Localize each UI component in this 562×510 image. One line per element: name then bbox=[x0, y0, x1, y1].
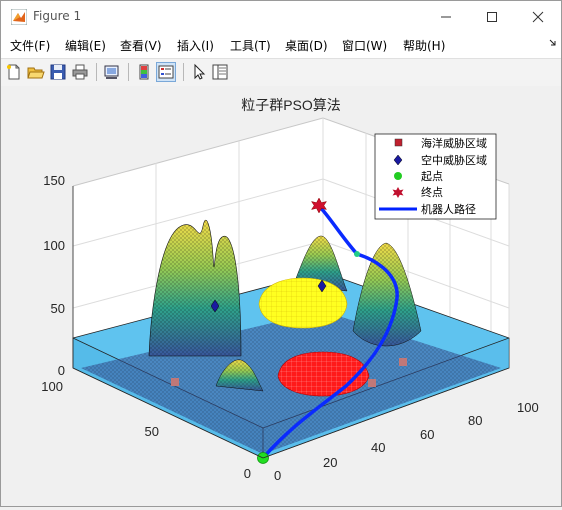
figure-window: Figure 1 文件(F) 编辑(E) 查看(V) 插入(I) 工具(T) 桌… bbox=[0, 0, 562, 507]
x-tick-label: 100 bbox=[517, 400, 539, 415]
y-tick-label: 0 bbox=[244, 466, 251, 481]
z-tick-label: 0 bbox=[58, 363, 65, 378]
minimize-icon bbox=[441, 16, 451, 18]
z-tick-label: 100 bbox=[43, 238, 65, 253]
chart-title: 粒子群PSO算法 bbox=[241, 97, 341, 113]
legend-marker-square bbox=[394, 138, 403, 147]
air-threat-dome-yellow bbox=[258, 277, 348, 329]
legend-label: 空中威胁区域 bbox=[421, 153, 487, 167]
menu-window[interactable]: 窗口(W) bbox=[342, 37, 387, 54]
toolbar bbox=[1, 58, 561, 87]
pointer-icon[interactable] bbox=[190, 63, 208, 81]
open-file-icon[interactable] bbox=[27, 63, 45, 81]
new-figure-icon[interactable] bbox=[5, 63, 23, 81]
ocean-threat-marker bbox=[171, 378, 179, 386]
menu-bar: 文件(F) 编辑(E) 查看(V) 插入(I) 工具(T) 桌面(D) 窗口(W… bbox=[1, 33, 561, 57]
print-icon[interactable] bbox=[71, 63, 89, 81]
link-plot-icon[interactable] bbox=[103, 63, 121, 81]
maximize-icon bbox=[487, 12, 497, 22]
maximize-button[interactable] bbox=[469, 1, 515, 33]
save-icon[interactable] bbox=[49, 63, 67, 81]
window-title: Figure 1 bbox=[33, 9, 82, 23]
path-waypoint bbox=[354, 251, 360, 257]
menu-insert[interactable]: 插入(I) bbox=[177, 37, 214, 54]
matlab-icon bbox=[11, 9, 27, 25]
x-tick-label: 60 bbox=[420, 427, 434, 442]
legend-label: 机器人路径 bbox=[421, 202, 476, 216]
toolbar-separator bbox=[128, 63, 129, 81]
legend-label: 海洋威胁区域 bbox=[421, 136, 487, 150]
menu-view[interactable]: 查看(V) bbox=[120, 37, 162, 54]
legend[interactable]: 海洋威胁区域 空中威胁区域 起点 终点 机器人路径 bbox=[374, 133, 497, 220]
legend-label: 起点 bbox=[421, 170, 443, 183]
ocean-threat-marker bbox=[399, 358, 407, 366]
dock-arrow-icon[interactable] bbox=[549, 39, 557, 49]
insert-legend-icon[interactable] bbox=[156, 62, 176, 82]
figure-canvas: 150 100 50 0 100 50 0 0 20 40 60 80 100 … bbox=[1, 86, 561, 506]
legend-marker-circle bbox=[394, 172, 402, 180]
x-tick-label: 80 bbox=[468, 413, 482, 428]
property-inspector-icon[interactable] bbox=[211, 63, 229, 81]
y-tick-label: 50 bbox=[145, 424, 159, 439]
menu-desktop[interactable]: 桌面(D) bbox=[285, 37, 328, 54]
x-tick-label: 0 bbox=[274, 468, 281, 483]
y-tick-label: 100 bbox=[41, 379, 63, 394]
ocean-threat-marker bbox=[368, 379, 376, 387]
menu-help[interactable]: 帮助(H) bbox=[403, 37, 445, 54]
insert-colorbar-icon[interactable] bbox=[135, 63, 153, 81]
toolbar-separator bbox=[183, 63, 184, 81]
close-button[interactable] bbox=[515, 1, 561, 33]
ocean-threat-dome-red bbox=[277, 351, 370, 397]
axes-3d[interactable]: 150 100 50 0 100 50 0 0 20 40 60 80 100 … bbox=[1, 86, 561, 506]
menu-edit[interactable]: 编辑(E) bbox=[65, 37, 106, 54]
z-tick-label: 50 bbox=[51, 301, 65, 316]
close-icon bbox=[532, 11, 544, 23]
legend-label: 终点 bbox=[421, 185, 443, 199]
x-tick-label: 20 bbox=[323, 455, 337, 470]
menu-file[interactable]: 文件(F) bbox=[10, 37, 50, 54]
x-tick-label: 40 bbox=[371, 440, 385, 455]
title-bar: Figure 1 bbox=[1, 1, 561, 33]
menu-tools[interactable]: 工具(T) bbox=[230, 37, 271, 54]
z-tick-label: 150 bbox=[43, 173, 65, 188]
toolbar-separator bbox=[96, 63, 97, 81]
minimize-button[interactable] bbox=[423, 1, 469, 33]
